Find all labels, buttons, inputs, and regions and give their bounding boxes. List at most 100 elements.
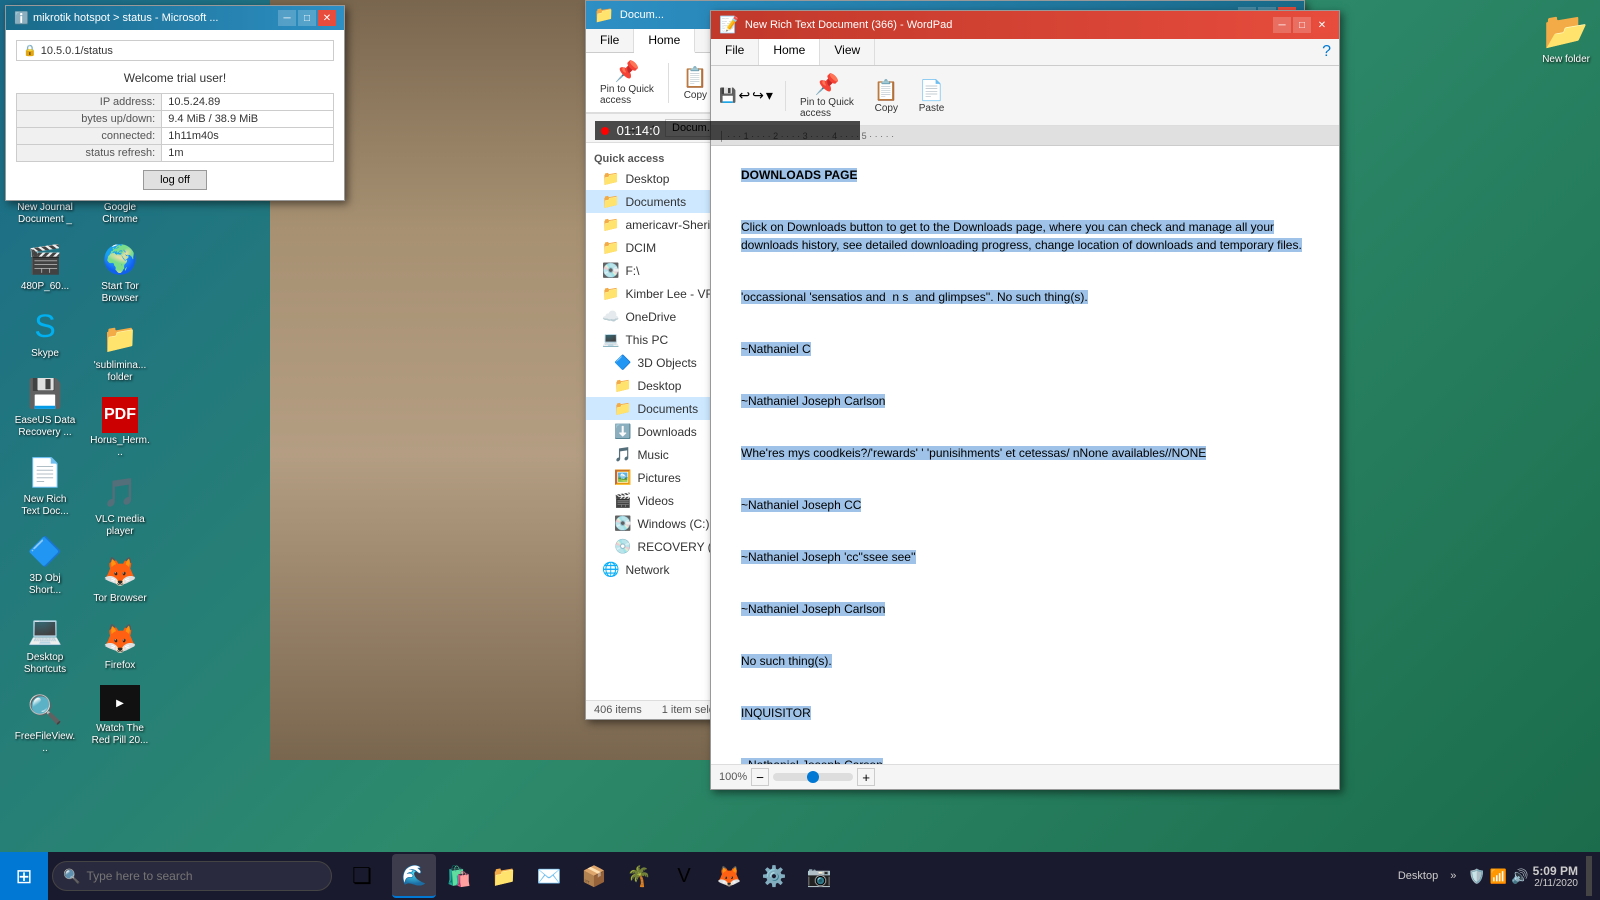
wp-copy-icon: 📋 bbox=[874, 78, 899, 103]
tab-file[interactable]: File bbox=[586, 29, 634, 52]
toolbar-separator-1 bbox=[668, 63, 669, 103]
taskbar-edge-app[interactable]: 🌊 bbox=[392, 854, 436, 898]
content-line-9: ~Nathaniel Joseph Carlson bbox=[741, 392, 1309, 410]
zoom-minus-button[interactable]: − bbox=[751, 768, 769, 786]
desktop-icon-firefox[interactable]: 🦊 Firefox bbox=[85, 614, 155, 676]
desktop-icon-desktop-shortcuts[interactable]: 💻 Desktop Shortcuts bbox=[10, 606, 80, 680]
taskbar-settings-app[interactable]: ⚙️ bbox=[752, 854, 796, 898]
mikrotik-minimize-button[interactable]: ─ bbox=[278, 10, 296, 26]
sidebar-music-label: Music bbox=[637, 448, 668, 462]
start-button[interactable]: ⊞ bbox=[0, 852, 48, 900]
wp-customize-icon[interactable]: ▾ bbox=[766, 87, 773, 104]
volume-icon[interactable]: 🔊 bbox=[1511, 868, 1528, 885]
wp-undo-icon[interactable]: ↩ bbox=[738, 87, 750, 104]
wp-help-icon[interactable]: ? bbox=[1322, 43, 1331, 61]
new-folder-top-right[interactable]: 📂 New folder bbox=[1542, 10, 1590, 65]
desktop-icon-vlc[interactable]: 🎵 VLC media player bbox=[85, 468, 155, 542]
zoom-plus-button[interactable]: + bbox=[857, 768, 875, 786]
content-line-6 bbox=[741, 314, 1309, 332]
mikrotik-maximize-button[interactable]: □ bbox=[298, 10, 316, 26]
desktop-icon-watch-red-pill[interactable]: ▶ Watch The Red Pill 20... bbox=[85, 681, 155, 751]
taskbar-store-app[interactable]: 🛍️ bbox=[437, 854, 481, 898]
taskbar-search-input[interactable] bbox=[86, 869, 321, 883]
taskbar-firefox-app[interactable]: 🦊 bbox=[707, 854, 751, 898]
wp-toolbar-sep bbox=[785, 81, 786, 111]
mikrotik-label-ip: IP address: bbox=[17, 94, 162, 111]
taskbar-tripadvisor-app[interactable]: 🌴 bbox=[617, 854, 661, 898]
mikrotik-close-button[interactable]: ✕ bbox=[318, 10, 336, 26]
system-clock[interactable]: 5:09 PM 2/11/2020 bbox=[1533, 864, 1578, 889]
wp-save-icon[interactable]: 💾 bbox=[719, 87, 736, 104]
antivirus-icon[interactable]: 🛡️ bbox=[1468, 868, 1485, 885]
recording-dot bbox=[601, 127, 609, 135]
tripadvisor-icon: 🌴 bbox=[627, 864, 652, 889]
taskbar-virtualbox-app[interactable]: V bbox=[662, 854, 706, 898]
desktop-icon-tor-browser[interactable]: 🦊 Tor Browser bbox=[85, 547, 155, 609]
network-tray-icon[interactable]: 📶 bbox=[1490, 868, 1507, 885]
desktop-icon-start-tor[interactable]: 🌍 Start Tor Browser bbox=[85, 235, 155, 309]
mikrotik-address-bar[interactable]: 🔒 10.5.0.1/status bbox=[16, 40, 334, 61]
desktop-icon-horus[interactable]: PDF Horus_Herm... bbox=[85, 393, 155, 463]
taskbar-search-icon: 🔍 bbox=[63, 868, 80, 885]
start-icon: ⊞ bbox=[16, 864, 33, 889]
wp-copy-button[interactable]: 📋 Copy bbox=[868, 76, 905, 116]
tab-wp-view[interactable]: View bbox=[820, 39, 875, 65]
copy-button[interactable]: 📋 Copy bbox=[677, 63, 714, 103]
show-desktop-button[interactable] bbox=[1586, 856, 1592, 896]
start-tor-label: Start Tor Browser bbox=[89, 281, 151, 305]
logoff-button[interactable]: log off bbox=[143, 170, 207, 190]
sidebar-downloads-icon: ⬇️ bbox=[614, 423, 631, 440]
zoom-slider[interactable] bbox=[773, 773, 853, 781]
mikrotik-security-icon: 🔒 bbox=[23, 44, 37, 57]
wordpad-minimize-button[interactable]: ─ bbox=[1273, 17, 1291, 33]
content-line-17: ~Nathaniel Joseph Carlson bbox=[741, 600, 1309, 618]
pin-to-quick-access-button[interactable]: 📌 Pin to Quickaccess bbox=[594, 57, 660, 108]
wp-pin-button[interactable]: 📌 Pin to Quickaccess bbox=[794, 70, 860, 121]
content-line-16 bbox=[741, 574, 1309, 592]
taskbar-amazon-app[interactable]: 📦 bbox=[572, 854, 616, 898]
wp-redo-icon[interactable]: ↪ bbox=[752, 87, 764, 104]
taskbar-camera-app[interactable]: 📷 bbox=[797, 854, 841, 898]
desktop-icon-easeus[interactable]: 💾 EaseUS Data Recovery ... bbox=[10, 369, 80, 443]
wordpad-window-controls: ─ □ ✕ bbox=[1273, 17, 1331, 33]
file-explorer-icon: 📁 bbox=[594, 5, 614, 25]
sidebar-videos-icon: 🎬 bbox=[614, 492, 631, 509]
desktop-icon-skype[interactable]: S Skype bbox=[10, 302, 80, 364]
content-line-11: Whe'res mys coodkeis?/'rewards' ' 'punis… bbox=[741, 444, 1309, 462]
edge-icon: 🌊 bbox=[402, 863, 427, 888]
desktop-icon-480p[interactable]: 🎬 480P_60... bbox=[10, 235, 80, 297]
sidebar-3d-objects-icon: 🔷 bbox=[614, 354, 631, 371]
mikrotik-value-refresh: 1m bbox=[162, 145, 334, 162]
tab-wp-home[interactable]: Home bbox=[759, 39, 820, 65]
tab-home[interactable]: Home bbox=[634, 29, 695, 53]
taskbar-mail-app[interactable]: ✉️ bbox=[527, 854, 571, 898]
copy-label: Copy bbox=[684, 90, 707, 101]
tab-wp-file[interactable]: File bbox=[711, 39, 759, 65]
desktop-icon-new-rich-text[interactable]: 📄 New Rich Text Doc... bbox=[10, 448, 80, 522]
taskbar-firefox-icon: 🦊 bbox=[717, 864, 742, 889]
pin-icon: 📌 bbox=[615, 59, 640, 84]
mikrotik-url: 10.5.0.1/status bbox=[41, 45, 113, 57]
freefileview-label: FreeFileView... bbox=[14, 731, 76, 755]
chrome-label: Google Chrome bbox=[89, 202, 151, 226]
new-folder-top-right-label: New folder bbox=[1542, 54, 1590, 65]
horus-label: Horus_Herm... bbox=[89, 435, 151, 459]
wp-tab-spacer bbox=[875, 39, 1314, 65]
desktop-icon-3d-obj[interactable]: 🔷 3D Obj Short... bbox=[10, 527, 80, 601]
wordpad-close-button[interactable]: ✕ bbox=[1313, 17, 1331, 33]
desktop-icon-freefileview[interactable]: 🔍 FreeFileView... bbox=[10, 685, 80, 759]
content-line-20 bbox=[741, 678, 1309, 696]
taskbar-search-box[interactable]: 🔍 bbox=[52, 861, 332, 891]
taskview-button[interactable]: ❏ bbox=[340, 852, 384, 900]
start-tor-icon: 🌍 bbox=[100, 239, 140, 279]
sidebar-music-icon: 🎵 bbox=[614, 446, 631, 463]
wordpad-maximize-button[interactable]: □ bbox=[1293, 17, 1311, 33]
content-line-4 bbox=[741, 262, 1309, 280]
desktop-button[interactable]: Desktop bbox=[1398, 870, 1438, 882]
desktop-icon-subliminal[interactable]: 📁 'sublimina... folder bbox=[85, 314, 155, 388]
taskbar-file-explorer-app[interactable]: 📁 bbox=[482, 854, 526, 898]
wp-paste-button[interactable]: 📄 Paste bbox=[913, 76, 951, 116]
480p-label: 480P_60... bbox=[21, 281, 69, 293]
mikrotik-label-refresh: status refresh: bbox=[17, 145, 162, 162]
wordpad-content[interactable]: DOWNLOADS PAGE Click on Downloads button… bbox=[711, 146, 1339, 764]
